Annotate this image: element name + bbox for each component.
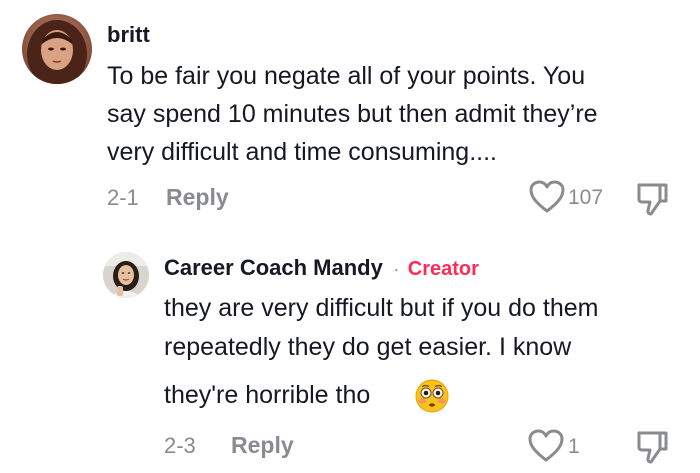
reply-text-line-3: they're horrible tho [164, 381, 371, 409]
reply-text-line-1: they are very difficult but if you do th… [164, 294, 599, 322]
avatar-career-coach-mandy[interactable] [103, 252, 149, 298]
comment-text-line-2: say spend 10 minutes but then admit they… [107, 100, 598, 128]
flushed-face-emoji-icon [415, 379, 449, 413]
avatar-britt[interactable] [22, 14, 92, 84]
comment-text-line-3: very difficult and time consuming.... [107, 138, 497, 166]
comment-like-count: 107 [568, 186, 604, 209]
reply-text-line-2: repeatedly they do get easier. I know [164, 333, 572, 361]
comment-username[interactable]: britt [107, 22, 150, 48]
thumbs-down-icon[interactable] [634, 429, 670, 465]
reply-username[interactable]: Career Coach Mandy [164, 255, 383, 280]
comment-text-line-1: To be fair you negate all of your points… [107, 62, 586, 90]
reply-like-count: 1 [568, 435, 580, 458]
separator-dot: · [393, 259, 400, 279]
reply-reply-button[interactable]: Reply [231, 432, 294, 459]
user-avatar-icon [22, 14, 92, 84]
heart-icon[interactable] [528, 429, 564, 463]
comment-date: 2-1 [107, 185, 139, 210]
comment-reply-button[interactable]: Reply [166, 184, 229, 211]
thumbs-down-icon[interactable] [634, 181, 670, 217]
reply-header: Career Coach Mandy · Creator [164, 255, 479, 281]
reply-date: 2-3 [164, 433, 196, 458]
user-avatar-icon [103, 252, 149, 298]
heart-icon[interactable] [529, 180, 565, 214]
creator-badge: Creator [407, 258, 479, 280]
